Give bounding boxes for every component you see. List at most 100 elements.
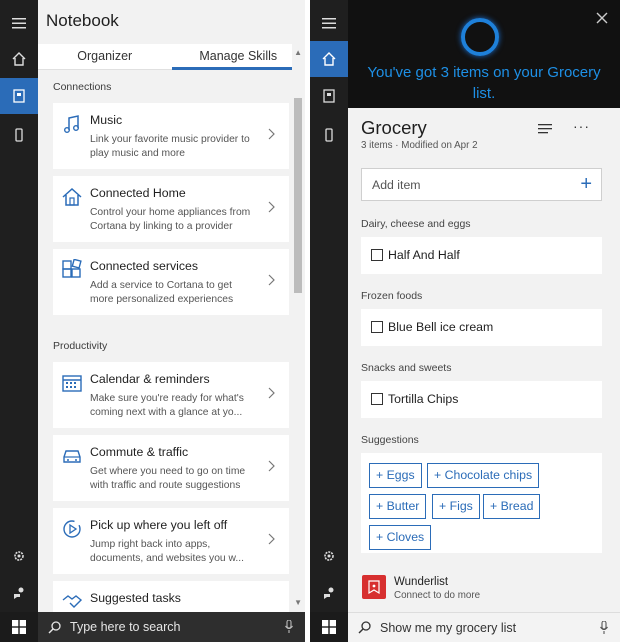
chevron-right-icon xyxy=(268,533,275,545)
list-subtitle: 3 items · Modified on Apr 2 xyxy=(361,140,478,151)
skill-card-connected-home[interactable]: Connected Home Control your home applian… xyxy=(53,176,289,242)
gear-icon xyxy=(324,551,334,561)
tab-manage-skills[interactable]: Manage Skills xyxy=(171,44,306,70)
chevron-right-icon xyxy=(268,201,275,213)
card-title: Suggested tasks xyxy=(90,591,181,605)
card-description: Make sure you're ready for what's coming… xyxy=(90,393,244,418)
notebook-button[interactable] xyxy=(310,78,348,114)
notebook-icon xyxy=(323,89,335,103)
chevron-right-icon xyxy=(268,387,275,399)
microphone-icon[interactable] xyxy=(285,620,293,634)
scroll-up-arrow[interactable]: ▲ xyxy=(294,48,302,57)
skill-card-connected-services[interactable]: Connected services Add a service to Cort… xyxy=(53,249,289,315)
feedback-button[interactable] xyxy=(0,575,38,611)
home-button[interactable] xyxy=(0,41,38,77)
settings-button[interactable] xyxy=(0,538,38,574)
section-heading-connections: Connections xyxy=(53,81,112,93)
provider-subtitle: Connect to do more xyxy=(394,590,481,601)
provider-name[interactable]: Wunderlist xyxy=(394,576,448,588)
item-label: Blue Bell ice cream xyxy=(388,320,494,334)
settings-button[interactable] xyxy=(310,538,348,574)
notebook-button[interactable] xyxy=(0,78,38,114)
chevron-right-icon xyxy=(268,460,275,472)
skill-card-commute[interactable]: Commute & traffic Get where you need to … xyxy=(53,435,289,501)
cortana-message: You've got 3 items on your Grocery list. xyxy=(367,64,601,102)
skill-card-calendar[interactable]: Calendar & reminders Make sure you're re… xyxy=(53,362,289,428)
right-nav-rail xyxy=(310,0,348,612)
home-icon xyxy=(322,52,336,66)
notebook-icon xyxy=(13,89,25,103)
device-icon xyxy=(325,128,333,142)
feedback-button[interactable] xyxy=(310,575,348,611)
add-item-input[interactable]: Add item + xyxy=(361,168,602,201)
car-icon xyxy=(63,450,81,463)
start-button[interactable] xyxy=(0,612,38,642)
taskbar-search-box[interactable]: Type here to search xyxy=(38,612,305,642)
card-title: Connected Home xyxy=(90,186,186,200)
suggestion-chip[interactable]: + Butter xyxy=(369,494,427,519)
card-title: Pick up where you left off xyxy=(90,518,228,532)
handshake-icon xyxy=(62,595,83,608)
skill-card-music[interactable]: Music Link your favorite music provider … xyxy=(53,103,289,169)
menu-button[interactable] xyxy=(0,5,38,41)
card-title: Music xyxy=(90,113,123,127)
chevron-right-icon xyxy=(268,128,275,140)
query-placeholder: Show me my grocery list xyxy=(380,620,517,635)
skill-card-pick-up[interactable]: Pick up where you left off Jump right ba… xyxy=(53,508,289,574)
devices-button[interactable] xyxy=(310,117,348,153)
card-description: Get where you need to go on time with tr… xyxy=(90,466,246,491)
home-button[interactable] xyxy=(310,41,348,77)
item-checkbox[interactable] xyxy=(371,321,383,333)
suggestion-chip[interactable]: + Cloves xyxy=(369,525,432,550)
suggestion-chip[interactable]: + Eggs xyxy=(369,463,422,488)
feedback-icon xyxy=(324,587,334,599)
microphone-icon[interactable] xyxy=(600,621,608,635)
bookmark-star-icon xyxy=(368,580,380,594)
menu-button[interactable] xyxy=(310,5,348,41)
more-options-icon[interactable]: ··· xyxy=(573,118,590,134)
item-label: Tortilla Chips xyxy=(388,392,459,406)
services-icon xyxy=(62,259,82,278)
item-checkbox[interactable] xyxy=(371,393,383,405)
add-item-placeholder: Add item xyxy=(372,178,421,192)
cortana-query-box[interactable]: Show me my grocery list xyxy=(348,612,620,642)
list-item[interactable]: Half And Half xyxy=(361,237,602,274)
card-description: Add a service to Cortana to get more per… xyxy=(90,280,234,305)
item-label: Half And Half xyxy=(388,248,460,262)
cortana-header: You've got 3 items on your Grocery list. xyxy=(348,0,620,108)
hamburger-icon xyxy=(322,18,336,29)
hamburger-icon xyxy=(12,18,26,29)
wunderlist-logo-icon[interactable] xyxy=(362,575,386,599)
list-item[interactable]: Tortilla Chips xyxy=(361,381,602,418)
scrollbar-thumb[interactable] xyxy=(294,98,302,293)
list-item[interactable]: Blue Bell ice cream xyxy=(361,309,602,346)
category-label: Frozen foods xyxy=(361,290,423,302)
tab-organizer[interactable]: Organizer xyxy=(38,44,172,69)
card-title: Commute & traffic xyxy=(90,445,189,459)
scroll-down-arrow[interactable]: ▼ xyxy=(294,598,302,607)
cortana-panel: You've got 3 items on your Grocery list.… xyxy=(310,0,620,642)
close-icon[interactable] xyxy=(596,12,608,24)
suggestion-chip[interactable]: + Chocolate chips xyxy=(427,463,540,488)
gear-icon xyxy=(14,551,24,561)
search-placeholder: Type here to search xyxy=(70,620,181,634)
home-icon xyxy=(12,52,26,66)
item-checkbox[interactable] xyxy=(371,249,383,261)
device-icon xyxy=(15,128,23,142)
search-icon xyxy=(358,621,371,634)
suggestion-chip[interactable]: + Figs xyxy=(432,494,480,519)
suggestion-chip[interactable]: + Bread xyxy=(483,494,541,519)
page-title: Notebook xyxy=(46,11,119,30)
tab-bar: Organizer Manage Skills xyxy=(38,44,305,70)
category-label: Dairy, cheese and eggs xyxy=(361,218,471,230)
add-icon[interactable]: + xyxy=(580,174,592,194)
list-view-icon[interactable] xyxy=(538,124,552,134)
start-button[interactable] xyxy=(310,612,348,642)
calendar-icon xyxy=(62,375,82,392)
notebook-content: Notebook Organizer Manage Skills Connect… xyxy=(38,0,305,612)
devices-button[interactable] xyxy=(0,117,38,153)
chevron-right-icon xyxy=(268,274,275,286)
skill-card-suggested-tasks[interactable]: Suggested tasks xyxy=(53,581,289,612)
card-description: Link your favorite music provider to pla… xyxy=(90,134,250,159)
windows-logo-icon xyxy=(12,620,26,634)
